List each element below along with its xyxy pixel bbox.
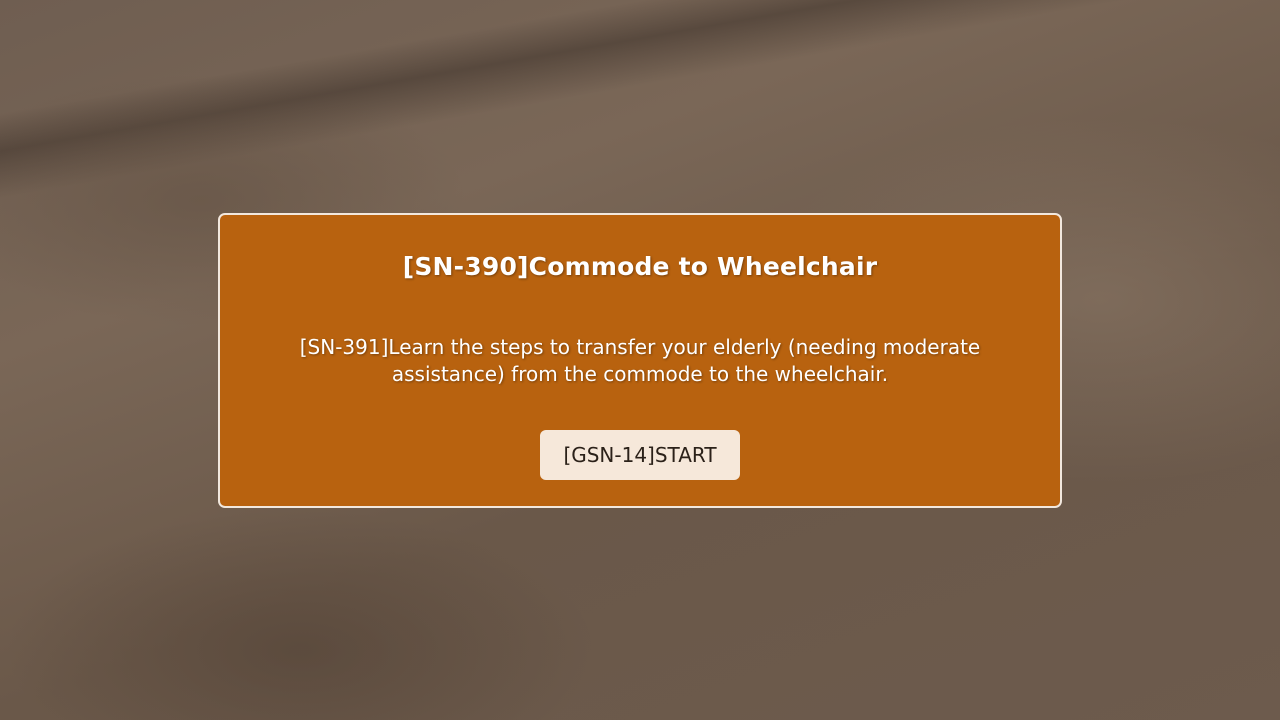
- intro-dialog: [SN-390]Commode to Wheelchair [SN-391]Le…: [218, 213, 1062, 508]
- start-button[interactable]: [GSN-14]START: [540, 430, 740, 480]
- dialog-title: [SN-390]Commode to Wheelchair: [402, 252, 878, 281]
- dialog-description: [SN-391]Learn the steps to transfer your…: [299, 335, 981, 386]
